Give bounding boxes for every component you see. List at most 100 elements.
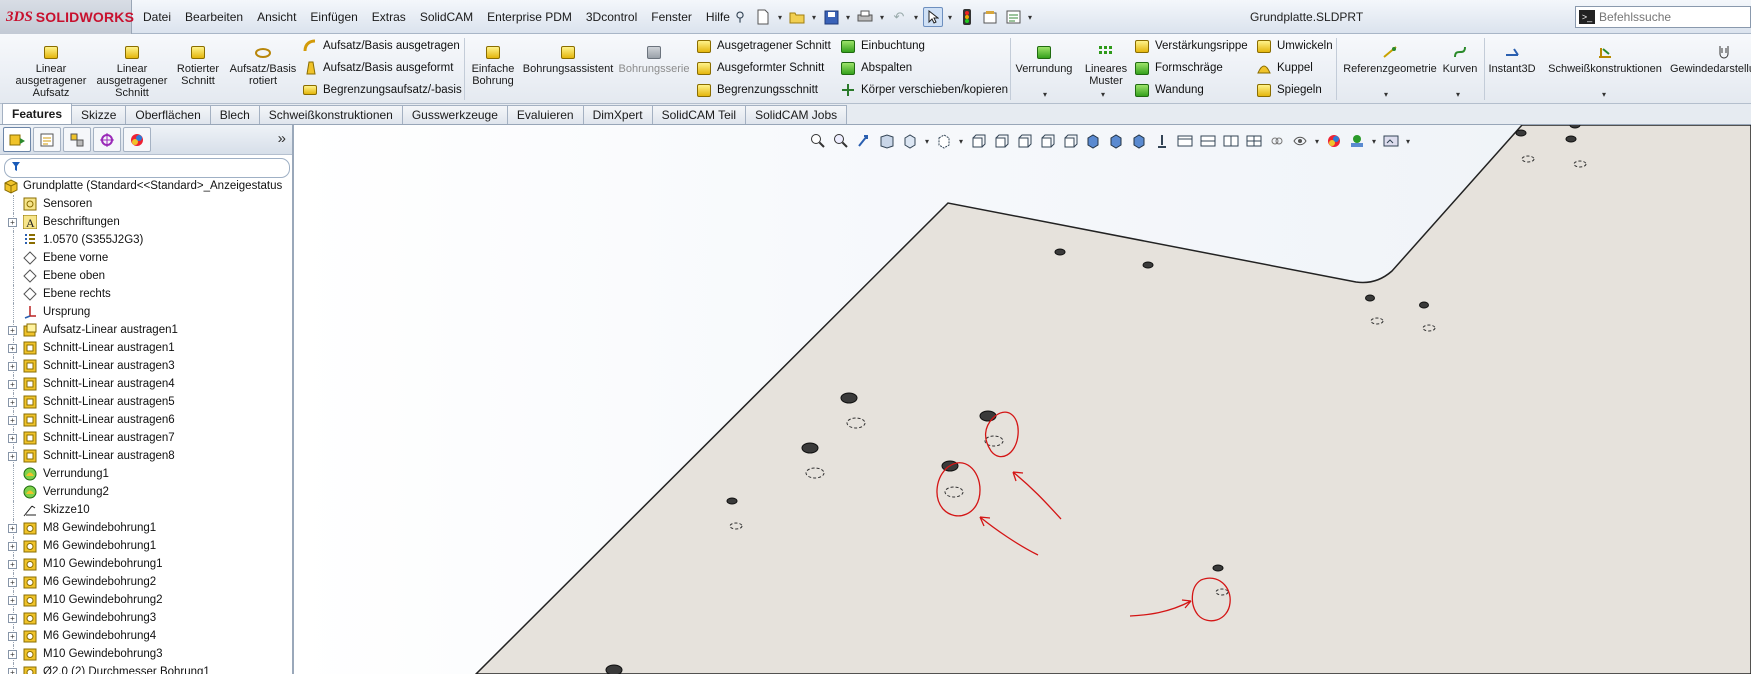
hide-show-dropdown-icon[interactable]: ▾ xyxy=(1313,137,1321,146)
expand-icon[interactable]: + xyxy=(8,649,17,659)
dimxpert-manager-tab-icon[interactable] xyxy=(93,127,121,152)
menu-item[interactable]: Extras xyxy=(365,0,413,34)
hole-wizard-button[interactable]: Bohrungsassistent xyxy=(522,44,614,75)
menu-item[interactable]: Ansicht xyxy=(250,0,303,34)
expand-icon[interactable]: + xyxy=(8,361,17,371)
hole[interactable] xyxy=(1212,564,1224,572)
tree-item[interactable]: + Schnitt-Linear austragen1 xyxy=(0,339,294,357)
hole[interactable] xyxy=(1142,261,1154,269)
tree-item[interactable]: Ebene rechts xyxy=(0,285,294,303)
tree-item[interactable]: + Schnitt-Linear austragen4 xyxy=(0,375,294,393)
link-views-icon[interactable] xyxy=(1267,131,1287,151)
view-left-icon[interactable] xyxy=(1014,131,1034,151)
view-orientation-dropdown-icon[interactable]: ▾ xyxy=(923,137,931,146)
hole[interactable] xyxy=(840,392,858,404)
hide-show-items-icon[interactable] xyxy=(1290,131,1310,151)
print-icon[interactable] xyxy=(855,7,875,27)
tree-item[interactable]: + M6 Gewindebohrung3 xyxy=(0,609,294,627)
boundary-boss-button[interactable]: Begrenzungsaufsatz/-basis xyxy=(302,81,462,99)
open-dropdown-icon[interactable]: ▾ xyxy=(810,13,818,22)
hole[interactable] xyxy=(1054,248,1066,256)
open-folder-icon[interactable] xyxy=(787,7,807,27)
ref-geometry-dropdown-icon[interactable]: ▾ xyxy=(1384,90,1388,99)
two-view-horizontal-icon[interactable] xyxy=(1198,131,1218,151)
zoom-to-area-icon[interactable] xyxy=(831,131,851,151)
menu-item[interactable]: Bearbeiten xyxy=(178,0,250,34)
tab-9[interactable]: SolidCAM Jobs xyxy=(745,105,848,124)
swept-cut-button[interactable]: Ausgetragener Schnitt xyxy=(696,37,831,55)
hole[interactable] xyxy=(1365,294,1375,302)
hole[interactable] xyxy=(726,497,738,505)
curves-button[interactable]: Kurven xyxy=(1440,44,1480,75)
expand-icon[interactable]: + xyxy=(8,343,17,353)
zoom-to-fit-icon[interactable] xyxy=(808,131,828,151)
tab-8[interactable]: SolidCAM Teil xyxy=(651,105,747,124)
expand-icon[interactable]: + xyxy=(8,613,17,623)
expand-icon[interactable]: + xyxy=(8,397,17,407)
tree-item[interactable]: Skizze10 xyxy=(0,501,294,519)
tree-item[interactable]: Verrundung1 xyxy=(0,465,294,483)
print-dropdown-icon[interactable]: ▾ xyxy=(878,13,886,22)
select-dropdown-icon[interactable]: ▾ xyxy=(946,13,954,22)
expand-icon[interactable]: + xyxy=(8,523,17,533)
view-front-icon[interactable] xyxy=(968,131,988,151)
revolved-cut-button[interactable]: Rotierter Schnitt xyxy=(174,44,222,87)
expand-icon[interactable]: + xyxy=(8,631,17,641)
dome-button[interactable]: Kuppel xyxy=(1256,59,1313,77)
view-orientation-icon[interactable] xyxy=(900,131,920,151)
tree-item[interactable]: Ebene oben xyxy=(0,267,294,285)
hole[interactable] xyxy=(1419,301,1429,309)
lofted-boss-button[interactable]: Aufsatz/Basis ausgeformt xyxy=(302,59,453,77)
menu-item[interactable]: Datei xyxy=(136,0,178,34)
configuration-manager-tab-icon[interactable] xyxy=(63,127,91,152)
previous-view-icon[interactable] xyxy=(854,131,874,151)
linear-boss-button[interactable]: Linear ausgetragener Aufsatz xyxy=(8,44,94,99)
tree-item[interactable]: Verrundung2 xyxy=(0,483,294,501)
move-copy-body-button[interactable]: Körper verschieben/kopieren xyxy=(840,81,1008,99)
menu-item[interactable]: SolidCAM xyxy=(413,0,480,34)
hole[interactable] xyxy=(605,664,623,674)
tree-item[interactable]: + M10 Gewindebohrung2 xyxy=(0,591,294,609)
mirror-button[interactable]: Spiegeln xyxy=(1256,81,1322,99)
two-view-vertical-icon[interactable] xyxy=(1221,131,1241,151)
model-view[interactable] xyxy=(296,125,1751,674)
revolved-boss-button[interactable]: Aufsatz/Basis rotiert xyxy=(228,44,298,87)
hole[interactable] xyxy=(1569,125,1581,129)
weldments-button[interactable]: Schweißkonstruktionen xyxy=(1540,44,1670,75)
tree-item[interactable]: Ebene vorne xyxy=(0,249,294,267)
tab-1[interactable]: Skizze xyxy=(71,105,127,124)
tab-3[interactable]: Blech xyxy=(209,105,260,124)
rebuild-traffic-light-icon[interactable] xyxy=(957,7,977,27)
tree-item[interactable]: + M8 Gewindebohrung1 xyxy=(0,519,294,537)
simple-hole-button[interactable]: Einfache Bohrung xyxy=(468,44,518,87)
hole[interactable] xyxy=(801,442,819,454)
lofted-cut-button[interactable]: Ausgeformter Schnitt xyxy=(696,59,824,77)
expand-icon[interactable]: + xyxy=(8,559,17,569)
tab-6[interactable]: Evaluieren xyxy=(506,105,584,124)
options-icon[interactable] xyxy=(1003,7,1023,27)
rib-button[interactable]: Verstärkungsrippe xyxy=(1134,37,1248,55)
apply-scene-dropdown-icon[interactable]: ▾ xyxy=(1370,137,1378,146)
tab-7[interactable]: DimXpert xyxy=(582,105,653,124)
tree-item[interactable]: Sensoren xyxy=(0,195,294,213)
options-dropdown-icon[interactable]: ▾ xyxy=(1026,13,1034,22)
four-view-icon[interactable] xyxy=(1244,131,1264,151)
new-document-icon[interactable] xyxy=(753,7,773,27)
view-back-icon[interactable] xyxy=(991,131,1011,151)
menu-item[interactable]: Fenster xyxy=(644,0,699,34)
cosmetic-thread-button[interactable]: Gewindedarstellung xyxy=(1670,44,1751,75)
property-manager-tab-icon[interactable] xyxy=(33,127,61,152)
view-dimetric-icon[interactable] xyxy=(1129,131,1149,151)
display-style-dropdown-icon[interactable]: ▾ xyxy=(957,137,965,146)
expand-icon[interactable]: + xyxy=(8,415,17,425)
tree-item[interactable]: + Aufsatz-Linear austragen1 xyxy=(0,321,294,339)
save-icon[interactable] xyxy=(821,7,841,27)
tree-root[interactable]: Grundplatte (Standard<<Standard>_Anzeige… xyxy=(0,177,294,195)
draft-button[interactable]: Formschräge xyxy=(1134,59,1223,77)
hole[interactable] xyxy=(1515,129,1527,137)
reference-geometry-button[interactable]: Referenzgeometrie xyxy=(1340,44,1440,75)
tab-4[interactable]: Schweißkonstruktionen xyxy=(258,105,403,124)
expand-icon[interactable]: + xyxy=(8,541,17,551)
new-dropdown-icon[interactable]: ▾ xyxy=(776,13,784,22)
view-top-icon[interactable] xyxy=(1060,131,1080,151)
